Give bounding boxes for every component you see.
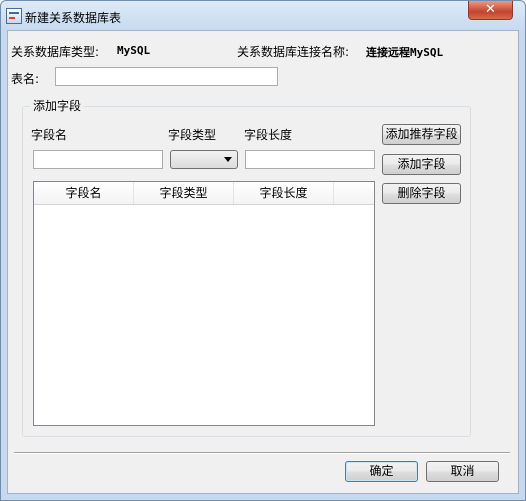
table-icon (6, 8, 22, 24)
window-title: 新建关系数据库表 (25, 11, 122, 25)
db-type-value: MySQL (117, 44, 151, 57)
cancel-button[interactable]: 取消 (426, 461, 499, 482)
connection-value: 连接远程MySQL (366, 46, 444, 59)
table-header: 字段名 字段类型 字段长度 (34, 182, 374, 205)
delete-field-button[interactable]: 删除字段 (382, 183, 461, 204)
table-name-label: 表名: (11, 72, 40, 86)
field-name-input[interactable] (33, 150, 163, 169)
table-name-input[interactable] (55, 67, 278, 86)
fields-table[interactable]: 字段名 字段类型 字段长度 (33, 181, 375, 426)
dialog-body: 关系数据库类型: MySQL 关系数据库连接名称: 连接远程MySQL 表名: … (7, 30, 519, 494)
connection-label: 关系数据库连接名称: (237, 45, 350, 59)
add-field-button[interactable]: 添加字段 (382, 154, 461, 175)
field-type-label: 字段类型 (168, 128, 217, 142)
column-header-field-length[interactable]: 字段长度 (234, 182, 334, 204)
close-button[interactable]: ✕ (468, 1, 513, 20)
column-header-field-type[interactable]: 字段类型 (134, 182, 234, 204)
field-length-input[interactable] (245, 150, 375, 169)
field-type-dropdown[interactable] (170, 150, 238, 169)
ok-button[interactable]: 确定 (345, 461, 418, 482)
footer-divider (14, 452, 510, 454)
title-bar[interactable]: 新建关系数据库表 ✕ (1, 1, 525, 31)
add-recommended-fields-button[interactable]: 添加推荐字段 (382, 124, 461, 145)
field-length-label: 字段长度 (244, 128, 293, 142)
column-header-field-name[interactable]: 字段名 (34, 182, 134, 204)
chevron-down-icon (224, 157, 232, 162)
add-fields-legend: 添加字段 (30, 97, 85, 114)
db-type-label: 关系数据库类型: (11, 45, 100, 59)
field-name-label: 字段名 (31, 128, 68, 142)
